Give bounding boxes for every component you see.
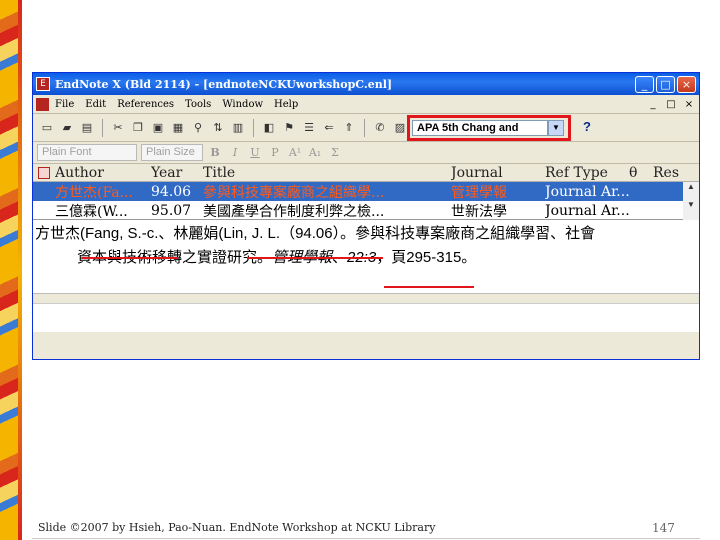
annotation-underline: [247, 257, 383, 259]
new-library-icon[interactable]: ▭: [39, 120, 55, 136]
preview-line-1: 方世杰(Fang, S.-c.、林麗娟(Lin, J. L.（94.06）。參與…: [35, 222, 697, 246]
column-year[interactable]: Year: [151, 165, 203, 181]
sort-icon[interactable]: ⇅: [210, 120, 226, 136]
subscript-button[interactable]: A₁: [307, 146, 323, 159]
font-select[interactable]: Plain Font: [37, 144, 137, 161]
underline-button[interactable]: U: [247, 146, 263, 159]
size-select[interactable]: Plain Size: [141, 144, 203, 161]
format-bibliography-icon[interactable]: ☰: [301, 120, 317, 136]
reference-list-header: Author Year Title Journal Ref Type θ Res: [33, 164, 699, 182]
title-bar: E EndNote X (Bld 2114) - [endnoteNCKUwor…: [33, 73, 699, 95]
doc-minimize-button[interactable]: _: [646, 99, 660, 110]
show-all-icon[interactable]: ▥: [230, 120, 246, 136]
ref-type: Journal Ar...: [545, 202, 629, 219]
reference-list-scrollbar[interactable]: ▲ ▼: [683, 182, 699, 220]
preview-pane: 方世杰(Fang, S.-c.、林麗娟(Lin, J. L.（94.06）。參與…: [33, 220, 699, 304]
preview-tab-strip[interactable]: [33, 293, 699, 303]
menu-file[interactable]: File: [55, 99, 74, 110]
annotation-underline: [82, 257, 178, 259]
preview-author2-en: Lin, J. L.: [223, 225, 281, 242]
column-attachment[interactable]: θ: [629, 165, 653, 181]
find-citation-icon[interactable]: ⚑: [281, 120, 297, 136]
cut-icon[interactable]: ✂: [110, 120, 126, 136]
document-icon[interactable]: [36, 97, 49, 111]
ref-year: 94.06: [151, 183, 192, 200]
help-button[interactable]: ?: [583, 119, 591, 134]
preview-text: ）。參與科技專案廠商之組織學習、社會: [332, 225, 596, 242]
ref-author: 方世杰(Fa...: [55, 184, 133, 201]
column-journal[interactable]: Journal: [451, 165, 545, 181]
print-icon[interactable]: ▤: [79, 120, 95, 136]
format-toolbar: Plain Font Plain Size B I U P A¹ A₁ Σ: [33, 142, 699, 164]
toolbar-divider: [253, 118, 254, 137]
toolbar-divider: [102, 118, 103, 137]
ref-author: 三億霖(W...: [55, 203, 128, 220]
return-to-word-icon[interactable]: ⇐: [321, 120, 337, 136]
note-icon: [38, 166, 50, 179]
ref-journal: 管理學報: [451, 184, 507, 201]
image-icon[interactable]: ▨: [392, 120, 408, 136]
output-style-select[interactable]: APA 5th Chang and: [412, 120, 548, 136]
maximize-button[interactable]: □: [656, 75, 675, 93]
column-title[interactable]: Title: [203, 165, 451, 181]
ref-title: 美國產學合作制度利弊之檢...: [203, 203, 385, 220]
toolbar-divider: [364, 118, 365, 137]
copy-icon[interactable]: ❐: [130, 120, 146, 136]
reference-row[interactable]: 方世杰(Fa... 94.06 參與科技專案廠商之組織學... 管理學報 Jou…: [33, 182, 699, 201]
find-icon[interactable]: ⚲: [190, 120, 206, 136]
endnote-window: E EndNote X (Bld 2114) - [endnoteNCKUwor…: [32, 72, 700, 360]
superscript-button[interactable]: A¹: [287, 146, 303, 159]
bold-button[interactable]: B: [207, 146, 223, 159]
slide-page-number: 147: [652, 521, 675, 535]
connect-icon[interactable]: ✆: [372, 120, 388, 136]
italic-button[interactable]: I: [227, 146, 243, 159]
symbol-button[interactable]: Σ: [327, 146, 343, 159]
menu-references[interactable]: References: [117, 99, 174, 110]
menu-window[interactable]: Window: [222, 99, 263, 110]
output-style-highlight: APA 5th Chang and ▼: [407, 115, 571, 141]
ref-type: Journal Ar...: [545, 183, 629, 200]
doc-close-button[interactable]: ×: [682, 99, 696, 110]
plain-button[interactable]: P: [267, 146, 283, 159]
footer-divider: [32, 538, 700, 539]
status-area: [33, 304, 699, 332]
menu-help[interactable]: Help: [274, 99, 298, 110]
preview-text: （: [280, 225, 296, 242]
window-title: EndNote X (Bld 2114) - [endnoteNCKUworks…: [55, 77, 393, 91]
preview-text: 方世杰(: [35, 225, 85, 242]
preview-text: ，頁295-315。: [376, 249, 477, 266]
ref-journal: 世新法學: [451, 203, 507, 220]
copy-formatted-icon[interactable]: ▦: [170, 120, 186, 136]
slide-footer: Slide ©2007 by Hsieh, Pao-Nuan. EndNote …: [38, 521, 436, 534]
preview-text: 、林麗娟(: [158, 225, 224, 242]
menu-tools[interactable]: Tools: [185, 99, 211, 110]
decorative-border: [0, 0, 22, 540]
ref-title: 參與科技專案廠商之組織學...: [203, 184, 385, 201]
endnote-app-icon: E: [36, 77, 50, 91]
menu-bar: File Edit References Tools Window Help _…: [33, 95, 699, 114]
annotation-underline: [384, 286, 474, 288]
chevron-down-icon[interactable]: ▼: [548, 120, 564, 136]
column-research[interactable]: Res: [653, 165, 699, 181]
online-search-icon[interactable]: ⇑: [341, 120, 357, 136]
preview-year: 94.06: [295, 225, 333, 242]
reference-row[interactable]: 三億霖(W... 95.07 美國產學合作制度利弊之檢... 世新法學 Jour…: [33, 201, 699, 220]
open-folder-icon[interactable]: ▰: [59, 120, 75, 136]
minimize-button[interactable]: _: [635, 75, 654, 93]
reference-list: Author Year Title Journal Ref Type θ Res…: [33, 164, 699, 220]
column-flag[interactable]: [33, 166, 55, 179]
insert-citation-icon[interactable]: ◧: [261, 120, 277, 136]
preview-author-en: Fang, S.-c.: [85, 225, 159, 242]
menu-edit[interactable]: Edit: [85, 99, 106, 110]
doc-restore-button[interactable]: □: [664, 99, 678, 110]
paste-icon[interactable]: ▣: [150, 120, 166, 136]
ref-year: 95.07: [151, 202, 192, 219]
column-ref-type[interactable]: Ref Type: [545, 165, 629, 181]
main-toolbar: ▭ ▰ ▤ ✂ ❐ ▣ ▦ ⚲ ⇅ ▥ ◧ ⚑ ☰ ⇐ ⇑ ✆ ▨ ▩: [33, 114, 699, 142]
close-button[interactable]: ×: [677, 75, 696, 93]
column-author[interactable]: Author: [55, 165, 151, 181]
